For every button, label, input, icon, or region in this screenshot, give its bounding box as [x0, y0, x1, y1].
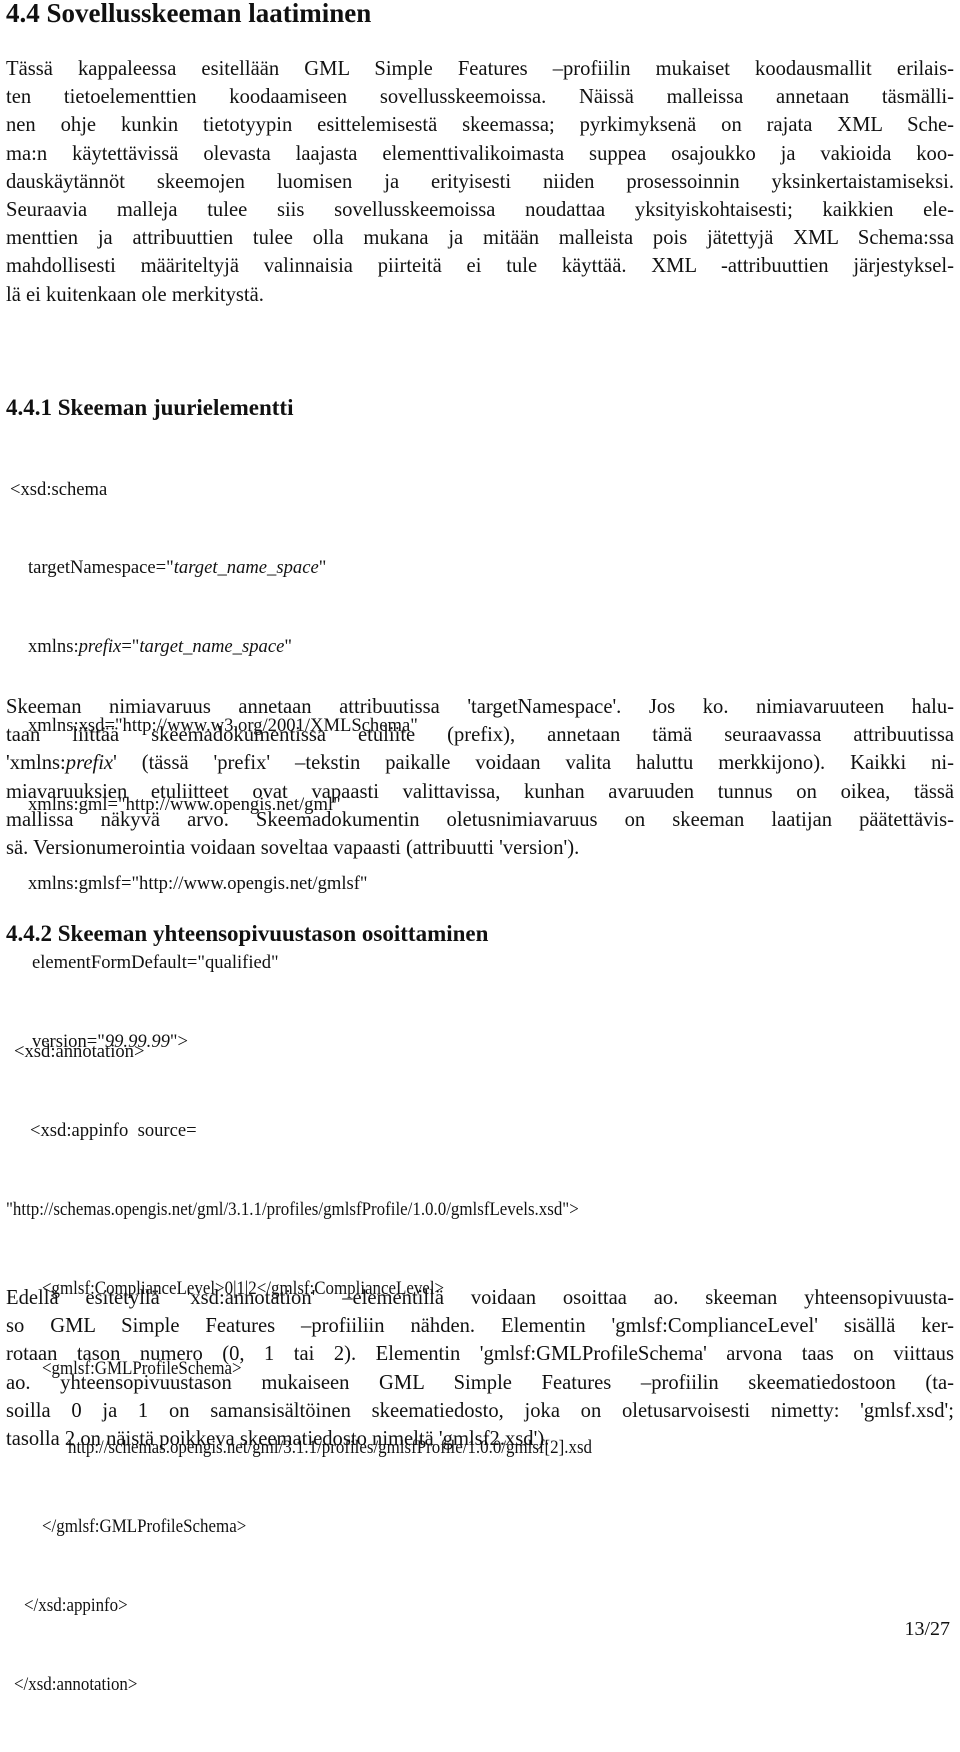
code-text: </xsd:annotation>	[14, 1674, 138, 1696]
paragraph-text: ' (tässä 'prefix' –tekstin paikalle void…	[113, 752, 954, 775]
code-text: "	[318, 557, 327, 579]
paragraph-line: so GML Simple Features –profiiliin nähde…	[6, 1315, 954, 1338]
paragraph-italic: prefix	[65, 752, 114, 775]
paragraph-line: soilla 0 ja 1 on samansisältöinen skeema…	[6, 1399, 954, 1422]
code-italic: target_name_space	[139, 636, 285, 658]
compliance-paragraph: Edellä esitetyllä 'xsd:annotation' –elem…	[6, 1284, 954, 1453]
section-heading: 4.4 Sovellusskeeman laatiminen	[6, 0, 372, 28]
paragraph-line: lä ei kuitenkaan ole merkitystä.	[6, 283, 264, 306]
code-line: <xsd:appinfo source=	[30, 1120, 197, 1142]
code-text: "	[284, 636, 292, 658]
code-line: <xsd:annotation>	[14, 1040, 145, 1062]
code-text: </xsd:appinfo>	[24, 1595, 128, 1617]
subsection-heading-4-4-2: 4.4.2 Skeeman yhteensopivuustason osoitt…	[6, 921, 489, 946]
code-line: xmlns:prefix="target_name_space"	[10, 634, 418, 660]
paragraph-line: ma:n käytettävissä olevasta laajasta ele…	[6, 142, 954, 165]
code-text: ="	[121, 636, 140, 658]
code-text: targetNamespace="	[28, 557, 174, 579]
paragraph-line: 'xmlns:prefix' (tässä 'prefix' –tekstin …	[6, 749, 954, 777]
code-line: "http://schemas.opengis.net/gml/3.1.1/pr…	[6, 1197, 644, 1223]
paragraph-line: dauskäytännöt skeemojen luomisen ja erit…	[6, 170, 954, 193]
namespace-paragraph: Skeeman nimiavaruus annetaan attribuutis…	[6, 693, 954, 862]
code-line: xmlns:gmlsf="http://www.opengis.net/gmls…	[28, 873, 368, 895]
paragraph-line: tasolla 2 on näistä poikkeva skeematiedo…	[6, 1427, 550, 1450]
page-number: 13/27	[904, 1618, 950, 1640]
paragraph-line: nen ohje kunkin tietotyypin esittelemise…	[6, 114, 954, 137]
subsection-heading-4-4-1: 4.4.1 Skeeman juurielementti	[6, 395, 294, 420]
paragraph-line: Skeeman nimiavaruus annetaan attribuutis…	[6, 696, 954, 718]
paragraph-line: menttien ja attribuuttien tulee olla muk…	[6, 227, 954, 250]
paragraph-line: mallissa näkyvä arvo. Skeemadokumentin o…	[6, 808, 954, 831]
paragraph-line: ao. yhteensopivuustason mukaiseen GML Si…	[6, 1371, 954, 1394]
paragraph-line: miavaruuksien etuliitteet ovat vapaasti …	[6, 780, 954, 803]
code-text: xmlns:	[28, 636, 79, 658]
paragraph-line: taan liittää skeemadokumentissa etuliite…	[6, 724, 954, 747]
code-italic: prefix	[78, 636, 122, 658]
paragraph-line: Edellä esitetyllä 'xsd:annotation' –elem…	[6, 1287, 954, 1309]
paragraph-text: 'xmlns:	[6, 752, 66, 775]
intro-paragraph: Tässä kappaleessa esitellään GML Simple …	[6, 55, 954, 309]
code-line: elementFormDefault="qualified"	[32, 951, 279, 973]
code-italic: target_name_space	[173, 557, 319, 579]
paragraph-line: sä. Versionumerointia voidaan soveltaa v…	[6, 836, 580, 859]
document-page: 4.4 Sovellusskeeman laatiminen Tässä kap…	[0, 0, 960, 1695]
code-line: </xsd:appinfo>	[6, 1593, 644, 1619]
code-text: "http://schemas.opengis.net/gml/3.1.1/pr…	[6, 1199, 579, 1221]
code-line: </xsd:annotation>	[6, 1672, 644, 1698]
paragraph-line: Seuraavia malleja tulee siis sovellusske…	[6, 198, 954, 221]
paragraph-line: mahdollisesti määriteltyjä valinnaisia p…	[6, 255, 954, 278]
code-line: targetNamespace="target_name_space"	[10, 555, 418, 581]
code-line: </gmlsf:GMLProfileSchema>	[6, 1514, 644, 1540]
paragraph-line: rotaan tason numero (0, 1 tai 2). Elemen…	[6, 1343, 954, 1366]
paragraph-line: Tässä kappaleessa esitellään GML Simple …	[6, 58, 954, 80]
paragraph-line: ten tietoelementtien koodaamiseen sovell…	[6, 86, 954, 109]
code-line: <xsd:schema	[10, 478, 108, 500]
code-text: </gmlsf:GMLProfileSchema>	[42, 1516, 247, 1538]
